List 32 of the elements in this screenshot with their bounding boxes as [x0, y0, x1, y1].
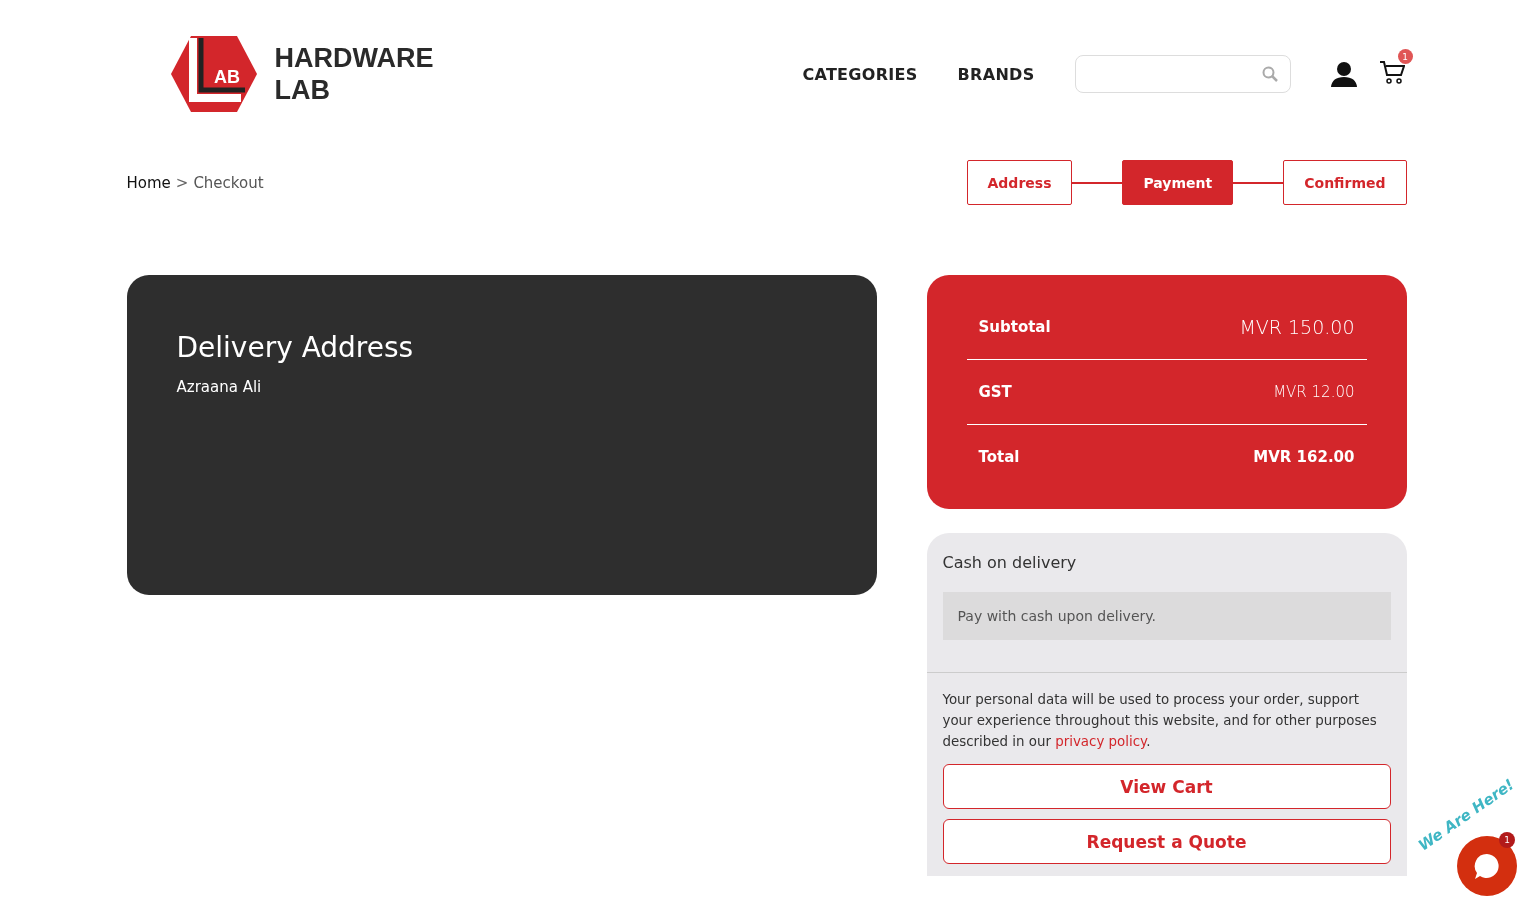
summary-label: GST — [978, 383, 1012, 401]
search-field[interactable] — [1074, 55, 1291, 93]
cart-count: 1 — [1397, 49, 1413, 64]
brand-name: HARDWARE — [274, 42, 434, 74]
summary-label: Total — [978, 448, 1020, 466]
checkout-step[interactable]: Address — [966, 160, 1073, 205]
nav-link[interactable]: CATEGORIES — [802, 64, 918, 84]
summary-value: MVR 162.00 — [1253, 448, 1355, 466]
payment-description: Pay with cash upon delivery. — [942, 592, 1391, 640]
cart-icon[interactable] — [1378, 59, 1405, 85]
chat-button[interactable] — [1457, 836, 1517, 896]
delivery-title: Delivery Address — [176, 331, 415, 364]
chat-bubble-icon — [1472, 851, 1502, 881]
checkout-step[interactable]: Confirmed — [1283, 160, 1407, 205]
breadcrumb-link[interactable]: Home — [126, 173, 171, 192]
search-icon — [1261, 66, 1278, 82]
breadcrumb-current: Checkout — [193, 173, 264, 192]
customer-name: Azraana Ali — [176, 378, 263, 396]
brand-name: LAB — [274, 74, 331, 106]
breadcrumb-separator: > — [175, 173, 189, 192]
logo-mark: AB — [213, 67, 240, 87]
summary-value: MVR 12.00 — [1273, 383, 1355, 401]
summary-value: MVR 150.00 — [1239, 316, 1355, 338]
action-button[interactable]: View Cart — [942, 764, 1391, 809]
checkout-step[interactable]: Payment — [1122, 160, 1234, 205]
privacy-notice: Your personal data will be used to process your order, support your experience throughout this website, and for other purposes described in our privacy policy. — [942, 691, 1378, 751]
summary-label: Subtotal — [978, 318, 1051, 336]
payment-method: Cash on delivery — [942, 553, 1078, 572]
user-icon[interactable] — [1330, 61, 1357, 87]
chat-badge: 1 — [1499, 832, 1515, 848]
nav-link[interactable]: BRANDS — [957, 64, 1035, 84]
action-button[interactable]: Request a Quote — [942, 819, 1391, 864]
